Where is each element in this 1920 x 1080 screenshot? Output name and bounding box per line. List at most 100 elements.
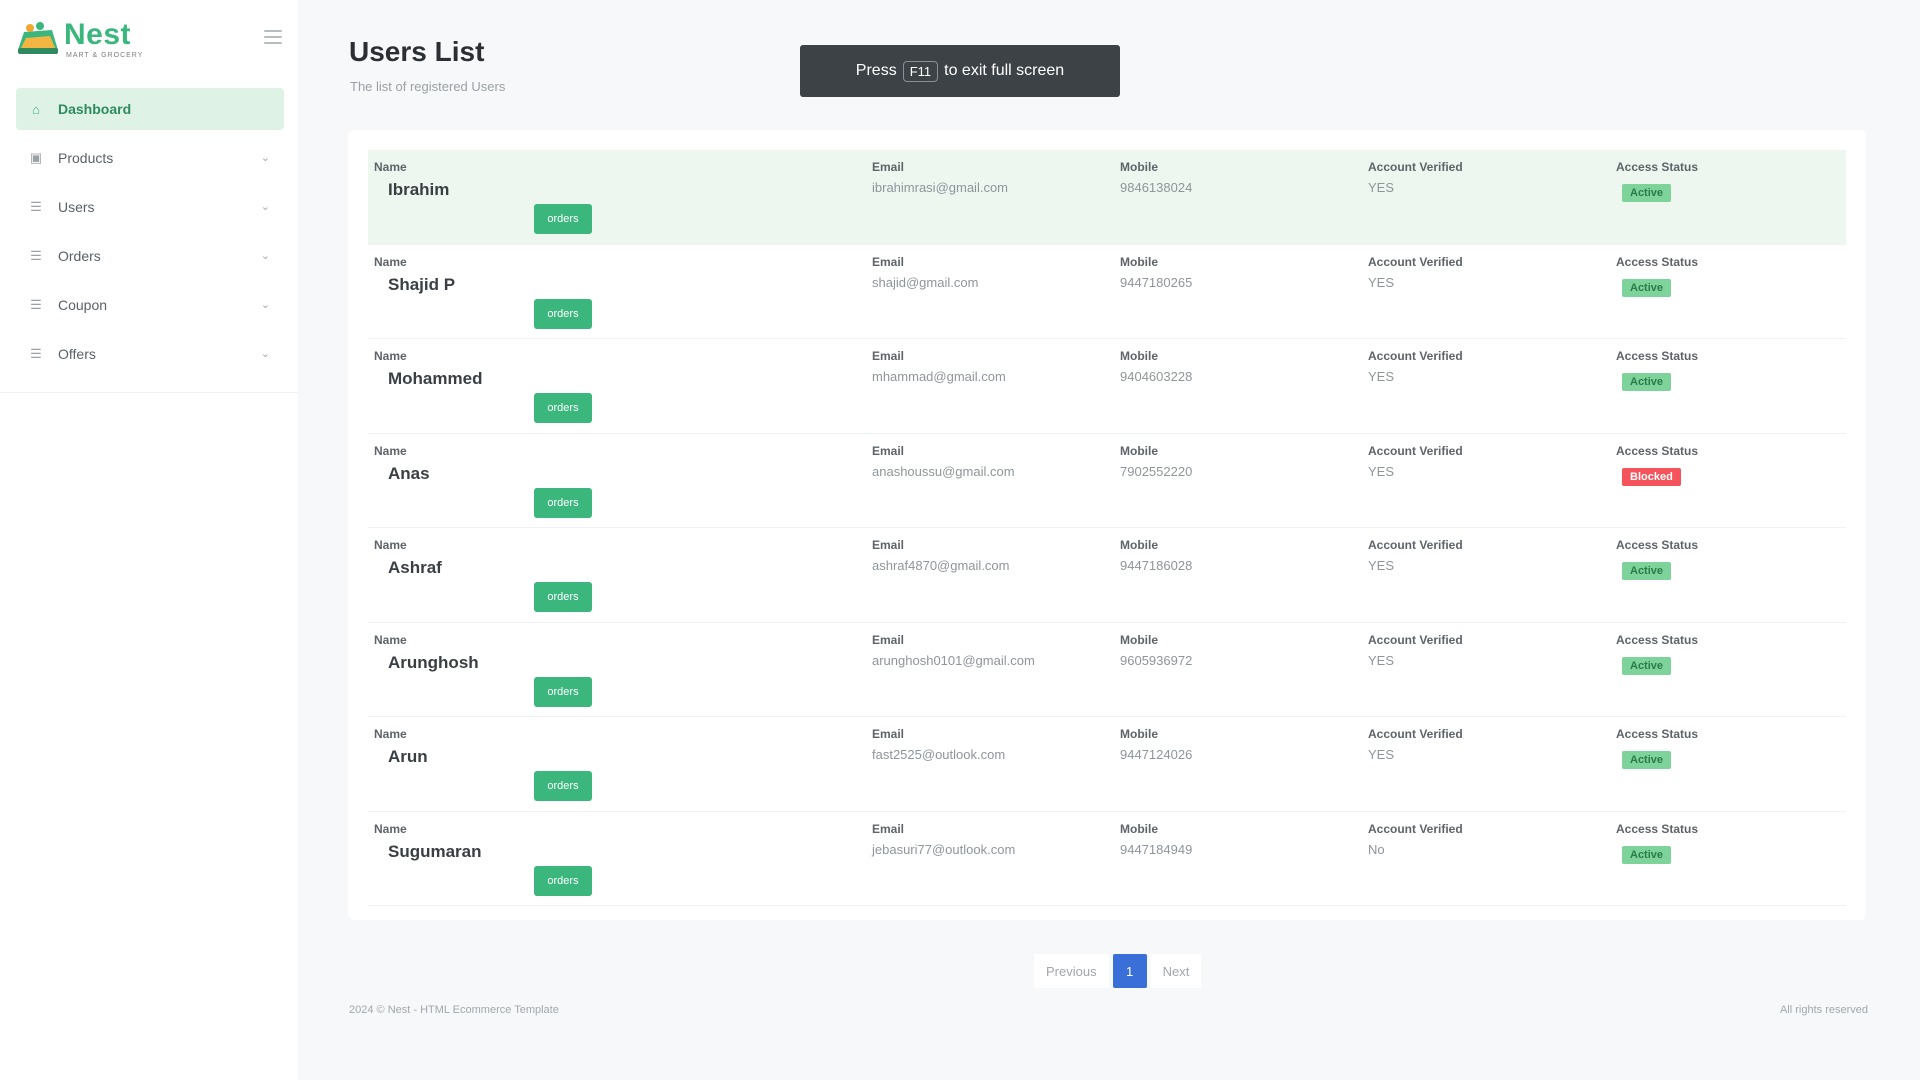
user-orders-button[interactable]: orders — [534, 865, 592, 896]
mobile-cell: Mobile 9447124026 — [1120, 727, 1192, 762]
table-row: Name Sugumaran orders Email jebasuri77@o… — [368, 812, 1846, 906]
verified-cell: Account Verified YES — [1368, 727, 1463, 762]
sidebar-item-coupon[interactable]: ☰ Coupon ⌄ — [16, 284, 284, 326]
chevron-down-icon: ⌄ — [260, 201, 270, 213]
email-cell: Email jebasuri77@outlook.com — [872, 822, 1015, 857]
main-content: Users List The list of registered Users … — [298, 0, 1920, 1080]
status-label: Access Status — [1616, 538, 1699, 552]
fullscreen-toast: Press F11 to exit full screen — [800, 45, 1120, 97]
user-name: Mohammed — [388, 369, 483, 388]
status-badge[interactable]: Active — [1622, 184, 1672, 202]
status-cell: Access Status Blocked — [1616, 444, 1698, 486]
email-label: Email — [872, 160, 905, 174]
sidebar-item-label: Orders — [58, 248, 101, 264]
chevron-down-icon: ⌄ — [260, 348, 270, 360]
status-badge[interactable]: Active — [1622, 562, 1672, 580]
status-badge[interactable]: Blocked — [1622, 467, 1681, 486]
brand-logo[interactable]: Nest MART & GROCERY — [16, 16, 282, 60]
user-email: shajid@gmail.com — [872, 274, 979, 290]
verified-label: Account Verified — [1368, 254, 1463, 269]
previous-page-button[interactable]: Previous — [1034, 954, 1109, 988]
user-orders-button[interactable]: orders — [534, 771, 592, 801]
status-cell: Access Status Active — [1616, 633, 1698, 675]
toast-suffix: to exit full screen — [944, 62, 1065, 79]
name-label: Name — [374, 632, 407, 647]
verified-label: Account Verified — [1368, 821, 1463, 836]
user-name: Arun — [388, 747, 428, 766]
email-cell: Email ashraf4870@gmail.com — [872, 538, 1009, 573]
user-email: ashraf4870@gmail.com — [872, 558, 1010, 573]
mobile-label: Mobile — [1120, 632, 1158, 647]
user-verified: YES — [1368, 180, 1395, 195]
box-icon: ▣ — [29, 150, 43, 165]
status-cell: Access Status Active — [1616, 727, 1698, 769]
tag-icon: ☰ — [30, 346, 42, 361]
user-orders-button[interactable]: orders — [534, 393, 592, 423]
users-card: Name Ibrahim orders Email ibrahimrasi@gm… — [348, 130, 1866, 920]
status-badge[interactable]: Active — [1622, 751, 1672, 769]
name-label: Name — [374, 443, 407, 458]
status-badge[interactable]: Active — [1622, 278, 1672, 297]
name-cell: Name Ashraf — [374, 538, 442, 578]
table-row: Name Anas orders Email anashoussu@gmail.… — [368, 434, 1846, 528]
verified-cell: Account Verified YES — [1368, 633, 1463, 668]
user-orders-button[interactable]: orders — [534, 298, 592, 329]
user-name: Shajid P — [388, 274, 456, 294]
chevron-down-icon: ⌄ — [260, 152, 270, 164]
status-label: Access Status — [1616, 632, 1699, 647]
users-list: Name Ibrahim orders Email ibrahimrasi@gm… — [368, 150, 1846, 906]
mobile-label: Mobile — [1120, 443, 1158, 458]
name-label: Name — [374, 254, 407, 269]
user-name: Anas — [388, 463, 430, 483]
status-badge[interactable]: Active — [1622, 373, 1672, 391]
status-badge[interactable]: Active — [1622, 656, 1672, 675]
sidebar-item-label: Offers — [58, 346, 96, 362]
user-orders-button[interactable]: orders — [534, 676, 592, 707]
email-cell: Email arunghosh0101@gmail.com — [872, 633, 1035, 668]
user-verified: YES — [1368, 558, 1395, 573]
brand-tagline: MART & GROCERY — [66, 52, 144, 59]
verified-label: Account Verified — [1368, 632, 1463, 647]
user-verified: YES — [1368, 747, 1395, 762]
name-label: Name — [374, 727, 407, 741]
footer-copyright: 2024 © Nest - HTML Ecommerce Template — [349, 1004, 559, 1016]
table-row: Name Mohammed orders Email mhammad@gmail… — [368, 339, 1846, 434]
user-email: mhammad@gmail.com — [872, 369, 1006, 384]
next-page-button[interactable]: Next — [1150, 954, 1202, 988]
sidebar-item-offers[interactable]: ☰ Offers ⌄ — [16, 333, 284, 375]
user-email: jebasuri77@outlook.com — [872, 841, 1016, 857]
verified-label: Account Verified — [1368, 443, 1463, 458]
user-mobile: 9846138024 — [1120, 180, 1193, 195]
verified-label: Account Verified — [1368, 727, 1463, 741]
mobile-label: Mobile — [1120, 821, 1158, 836]
email-label: Email — [872, 254, 905, 269]
user-orders-button[interactable]: orders — [534, 204, 592, 234]
menu-toggle-icon[interactable] — [264, 30, 282, 44]
email-cell: Email shajid@gmail.com — [872, 255, 978, 290]
name-cell: Name Ibrahim — [374, 160, 449, 200]
verified-cell: Account Verified YES — [1368, 349, 1463, 384]
mobile-cell: Mobile 9846138024 — [1120, 160, 1192, 195]
email-label: Email — [872, 349, 905, 363]
sidebar-item-orders[interactable]: ☰ Orders ⌄ — [16, 235, 284, 277]
user-name: Ibrahim — [388, 180, 450, 199]
mobile-label: Mobile — [1120, 538, 1158, 552]
status-badge[interactable]: Active — [1622, 845, 1672, 864]
sidebar-divider — [0, 392, 298, 393]
sidebar-item-users[interactable]: ☰ Users ⌄ — [16, 186, 284, 228]
status-cell: Access Status Active — [1616, 538, 1698, 580]
current-page-button[interactable]: 1 — [1112, 954, 1147, 988]
sidebar-item-products[interactable]: ▣ Products ⌄ — [16, 137, 284, 179]
user-orders-button[interactable]: orders — [534, 487, 592, 518]
mobile-cell: Mobile 9447180265 — [1120, 255, 1192, 290]
toast-key: F11 — [902, 60, 939, 82]
sidebar-item-dashboard[interactable]: ⌂ Dashboard — [16, 88, 284, 130]
user-mobile: 9447184949 — [1120, 841, 1193, 857]
user-verified: YES — [1368, 463, 1395, 479]
name-cell: Name Shajid P — [374, 255, 455, 295]
user-mobile: 7902552220 — [1120, 463, 1193, 479]
sidebar-nav: ⌂ Dashboard ▣ Products ⌄ ☰ Users ⌄ ☰ Ord… — [16, 88, 284, 382]
page-subtitle: The list of registered Users — [350, 79, 506, 94]
user-orders-button[interactable]: orders — [534, 582, 592, 612]
email-cell: Email anashoussu@gmail.com — [872, 444, 1015, 479]
